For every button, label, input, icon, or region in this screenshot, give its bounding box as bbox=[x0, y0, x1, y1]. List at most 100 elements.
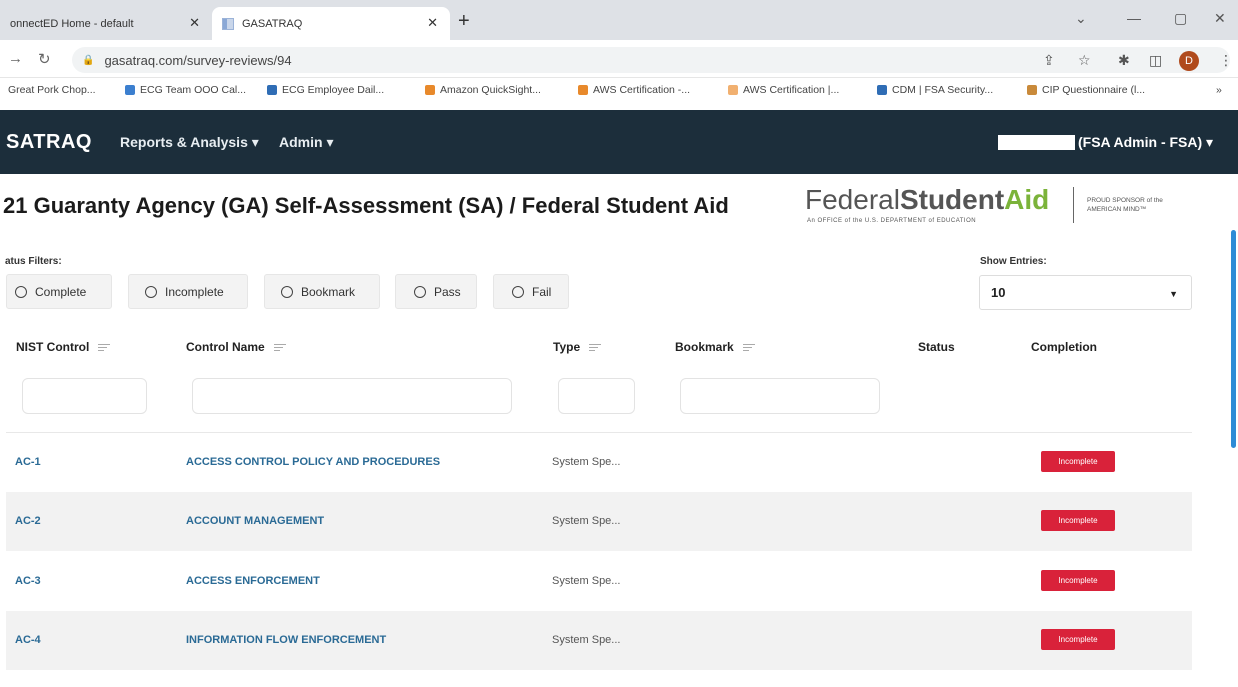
radio-icon bbox=[414, 285, 426, 298]
favicon-icon bbox=[222, 17, 234, 30]
sort-icon[interactable] bbox=[98, 342, 111, 353]
tab-title: GASATRAQ bbox=[242, 17, 303, 30]
status-badge: Incomplete bbox=[1041, 451, 1115, 472]
maximize-icon[interactable]: ▢ bbox=[1174, 10, 1187, 27]
table-row: AC-4 INFORMATION FLOW ENFORCEMENT System… bbox=[6, 611, 1192, 670]
bookmark-filter-input[interactable] bbox=[680, 378, 880, 414]
logo-subline: An OFFICE of the U.S. DEPARTMENT of EDUC… bbox=[807, 218, 977, 224]
filter-pass[interactable]: Pass bbox=[395, 274, 477, 309]
share-icon[interactable]: ⇪ bbox=[1043, 52, 1055, 69]
radio-icon bbox=[15, 285, 27, 298]
filter-incomplete[interactable]: Incomplete bbox=[128, 274, 248, 309]
bookmark-icon bbox=[267, 85, 277, 95]
show-entries-label: Show Entries: bbox=[980, 256, 1047, 267]
table-row: AC-2 ACCOUNT MANAGEMENT System Spe... In… bbox=[6, 492, 1192, 551]
column-header-control-name[interactable]: Control Name bbox=[186, 340, 286, 354]
nist-filter-input[interactable] bbox=[22, 378, 147, 414]
control-name-link[interactable]: INFORMATION FLOW ENFORCEMENT bbox=[186, 634, 386, 646]
close-icon[interactable]: ✕ bbox=[189, 15, 200, 31]
app-brand[interactable]: SATRAQ bbox=[6, 131, 92, 154]
address-bar: → ↻ 🔒 gasatraq.com/survey-reviews/94 ⇪ ☆… bbox=[0, 40, 1238, 78]
sort-icon[interactable] bbox=[273, 342, 286, 353]
control-type: System Spe... bbox=[552, 575, 621, 587]
type-filter-input[interactable] bbox=[558, 378, 635, 414]
table-row: AC-3 ACCESS ENFORCEMENT System Spe... In… bbox=[6, 552, 1192, 611]
bookmark-item[interactable]: Amazon QuickSight... bbox=[425, 84, 541, 96]
bookmark-icon bbox=[1027, 85, 1037, 95]
bookmarks-bar: Great Pork Chop... ECG Team OOO Cal... E… bbox=[0, 78, 1238, 104]
column-header-bookmark[interactable]: Bookmark bbox=[675, 340, 755, 354]
column-header-status: Status bbox=[918, 340, 955, 354]
control-type: System Spe... bbox=[552, 456, 621, 468]
control-name-link[interactable]: ACCOUNT MANAGEMENT bbox=[186, 515, 324, 527]
minimize-icon[interactable]: — bbox=[1127, 10, 1141, 26]
sort-icon[interactable] bbox=[742, 342, 755, 353]
bookmark-icon bbox=[578, 85, 588, 95]
nist-control-link[interactable]: AC-3 bbox=[15, 575, 41, 587]
page-title: 21 Guaranty Agency (GA) Self-Assessment … bbox=[3, 193, 729, 218]
filter-bookmark[interactable]: Bookmark bbox=[264, 274, 380, 309]
bookmark-item[interactable]: CIP Questionnaire (l... bbox=[1027, 84, 1145, 96]
control-type: System Spe... bbox=[552, 634, 621, 646]
status-badge: Incomplete bbox=[1041, 510, 1115, 531]
forward-icon[interactable]: → bbox=[8, 50, 23, 67]
federal-student-aid-logo: FederalStudentAid An OFFICE of the U.S. … bbox=[805, 184, 1205, 232]
column-header-type[interactable]: Type bbox=[553, 340, 602, 354]
nist-control-link[interactable]: AC-1 bbox=[15, 456, 41, 468]
reload-icon[interactable]: ↻ bbox=[38, 50, 51, 68]
status-badge: Incomplete bbox=[1041, 629, 1115, 650]
user-name-redacted bbox=[998, 135, 1075, 150]
filter-fail[interactable]: Fail bbox=[493, 274, 569, 309]
bookmark-icon bbox=[125, 85, 135, 95]
logo-federal: Federal bbox=[805, 184, 900, 215]
caret-down-icon: ▼ bbox=[1169, 289, 1178, 299]
filter-complete[interactable]: Complete bbox=[6, 274, 112, 309]
bookmark-item[interactable]: ECG Employee Dail... bbox=[267, 84, 384, 96]
more-bookmarks-icon[interactable]: » bbox=[1216, 84, 1222, 96]
extensions-icon[interactable]: ✱ bbox=[1118, 52, 1130, 69]
logo-sponsor: PROUD SPONSOR of the AMERICAN MIND™ bbox=[1087, 197, 1163, 213]
control-type: System Spe... bbox=[552, 515, 621, 527]
status-filters-label: atus Filters: bbox=[5, 256, 62, 267]
star-icon[interactable]: ☆ bbox=[1078, 52, 1091, 69]
control-name-link[interactable]: ACCESS CONTROL POLICY AND PROCEDURES bbox=[186, 456, 440, 468]
bookmark-item[interactable]: AWS Certification |... bbox=[728, 84, 839, 96]
logo-divider bbox=[1073, 187, 1074, 223]
browser-tab-bar: onnectED Home - default ✕ GASATRAQ ✕ + ⌄… bbox=[0, 0, 1238, 40]
control-name-filter-input[interactable] bbox=[192, 378, 512, 414]
close-icon[interactable]: ✕ bbox=[427, 15, 438, 31]
sidebar-icon[interactable]: ◫ bbox=[1149, 52, 1162, 69]
column-header-nist[interactable]: NIST Control bbox=[16, 340, 111, 354]
menu-icon[interactable]: ⋮ bbox=[1219, 52, 1233, 69]
new-tab-icon[interactable]: + bbox=[458, 10, 470, 33]
bookmark-item[interactable]: CDM | FSA Security... bbox=[877, 84, 993, 96]
url-text: gasatraq.com/survey-reviews/94 bbox=[104, 52, 292, 68]
user-menu[interactable]: (FSA Admin - FSA) ▾ bbox=[1078, 134, 1213, 151]
show-entries-select[interactable]: 10 ▼ bbox=[979, 275, 1192, 310]
bookmark-icon bbox=[728, 85, 738, 95]
radio-icon bbox=[512, 285, 524, 298]
show-entries-value: 10 bbox=[991, 285, 1006, 300]
bookmark-item[interactable]: ECG Team OOO Cal... bbox=[125, 84, 246, 96]
app-navbar: SATRAQ Reports & Analysis ▾ Admin ▾ (FSA… bbox=[0, 110, 1238, 174]
browser-tab-connected[interactable]: onnectED Home - default ✕ bbox=[0, 7, 212, 40]
nist-control-link[interactable]: AC-4 bbox=[15, 634, 41, 646]
nist-control-link[interactable]: AC-2 bbox=[15, 515, 41, 527]
bookmark-item[interactable]: AWS Certification -... bbox=[578, 84, 690, 96]
logo-student: Student bbox=[899, 184, 1005, 215]
table-row: AC-1 ACCESS CONTROL POLICY AND PROCEDURE… bbox=[6, 433, 1192, 492]
radio-icon bbox=[145, 285, 157, 298]
avatar[interactable]: D bbox=[1179, 51, 1199, 71]
bookmark-icon bbox=[425, 85, 435, 95]
window-close-icon[interactable]: ✕ bbox=[1214, 10, 1226, 27]
browser-tab-gasatraq[interactable]: GASATRAQ ✕ bbox=[212, 7, 450, 40]
url-field[interactable]: 🔒 gasatraq.com/survey-reviews/94 bbox=[72, 47, 1230, 73]
sort-icon[interactable] bbox=[589, 342, 602, 353]
page-scrollbar[interactable] bbox=[1231, 230, 1236, 448]
lock-icon: 🔒 bbox=[82, 54, 95, 66]
control-name-link[interactable]: ACCESS ENFORCEMENT bbox=[186, 575, 320, 587]
nav-reports-analysis[interactable]: Reports & Analysis ▾ bbox=[120, 134, 259, 151]
tab-search-icon[interactable]: ⌄ bbox=[1075, 10, 1087, 27]
nav-admin[interactable]: Admin ▾ bbox=[279, 134, 333, 151]
bookmark-item[interactable]: Great Pork Chop... bbox=[8, 84, 96, 96]
